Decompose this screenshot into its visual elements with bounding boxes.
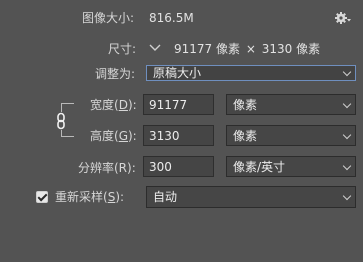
dimensions-text: 91177 像素 × 3130 像素	[174, 42, 320, 56]
fit-to-value: 原稿大小	[153, 66, 202, 80]
height-unit-value: 像素	[233, 129, 258, 143]
chevron-down-icon	[342, 130, 352, 139]
resolution-input[interactable]: 300	[143, 156, 214, 177]
dimensions-height-unit: 像素	[296, 42, 321, 56]
height-label-text: 高度(	[90, 129, 119, 143]
resolution-unit-value: 像素/英寸	[233, 160, 286, 174]
fit-to-select[interactable]: 原稿大小	[146, 65, 356, 81]
resample-label-text: 重新采样(	[55, 190, 108, 204]
width-label: 宽度(D):	[90, 98, 137, 112]
height-unit-select[interactable]: 像素	[226, 125, 356, 146]
resolution-unit-select[interactable]: 像素/英寸	[226, 156, 356, 177]
width-input[interactable]: 91177	[143, 94, 214, 115]
chevron-down-icon[interactable]	[148, 41, 162, 55]
dimensions-height: 3130	[261, 42, 293, 56]
dimensions-width-unit: 像素	[216, 42, 241, 56]
height-input[interactable]: 3130	[143, 125, 214, 146]
chevron-down-icon	[342, 161, 352, 170]
image-size-label: 图像大小:	[82, 11, 135, 25]
resolution-label: 分辨率(R):	[78, 161, 136, 175]
chevron-down-icon	[342, 67, 352, 77]
height-label-key: G	[118, 129, 128, 143]
image-size-value: 816.5M	[149, 11, 194, 25]
chevron-down-icon	[342, 99, 352, 108]
resample-method-select[interactable]: 自动	[146, 186, 356, 208]
gear-icon[interactable]	[334, 10, 352, 26]
width-label-end: ):	[127, 98, 137, 112]
resample-label: 重新采样(S):	[55, 190, 124, 204]
resample-method-value: 自动	[153, 190, 178, 204]
width-unit-value: 像素	[233, 98, 258, 112]
width-label-key: D	[118, 98, 128, 112]
fit-to-label: 调整为:	[95, 67, 136, 81]
dimensions-label: 尺寸:	[108, 42, 137, 56]
height-label: 高度(G):	[90, 129, 137, 143]
chevron-down-icon	[342, 191, 352, 201]
resample-checkbox[interactable]	[36, 191, 48, 203]
height-label-end: ):	[128, 129, 137, 143]
width-unit-select[interactable]: 像素	[226, 94, 356, 115]
width-label-text: 宽度(	[90, 98, 119, 112]
link-chain-icon[interactable]	[55, 112, 67, 130]
dimensions-times: ×	[245, 42, 256, 56]
dimensions-width: 91177	[174, 42, 213, 56]
resample-label-end: ):	[115, 190, 125, 204]
